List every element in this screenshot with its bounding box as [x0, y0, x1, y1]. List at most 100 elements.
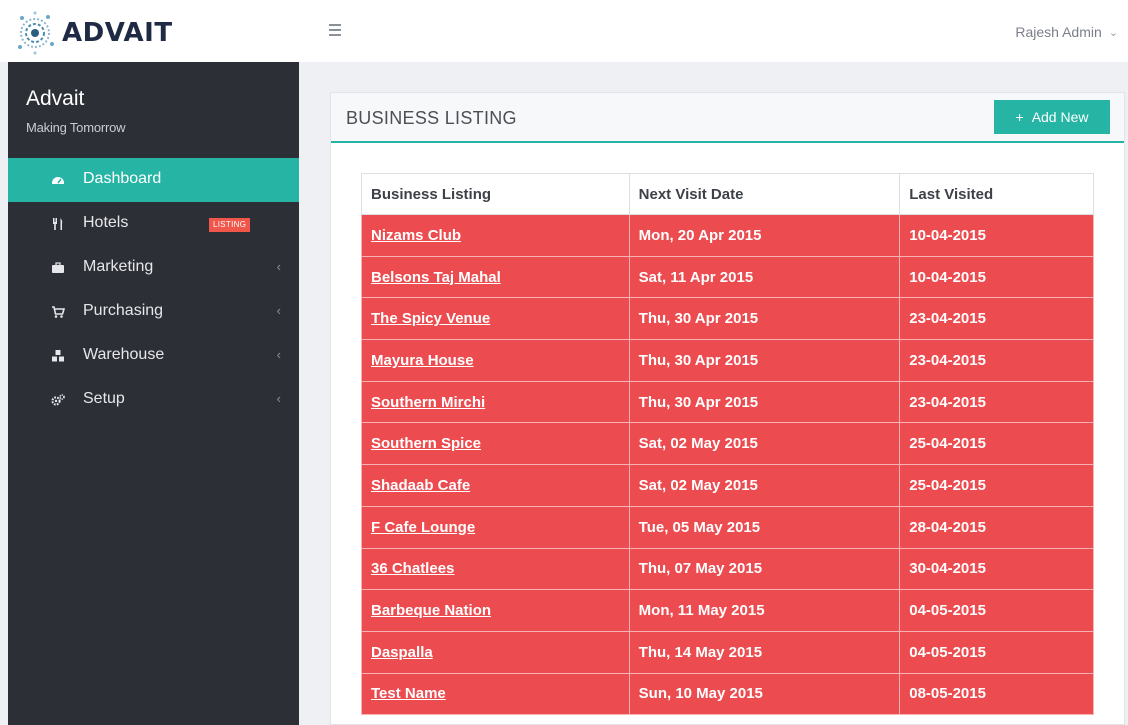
panel-header: BUSINESS LISTING + Add New	[331, 93, 1124, 143]
table-row: Belsons Taj Mahal Sat, 11 Apr 2015 10-04…	[361, 255, 1094, 299]
last-visited-cell: 08-05-2015	[899, 672, 1094, 716]
next-visit-cell: Tue, 05 May 2015	[628, 505, 901, 549]
last-visited-cell: 23-04-2015	[899, 297, 1094, 341]
cubes-icon	[52, 350, 64, 362]
sidebar-item-hotels[interactable]: Hotels LISTING	[8, 202, 299, 246]
business-cell: Shadaab Cafe	[361, 464, 630, 507]
business-link[interactable]: 36 Chatlees	[371, 560, 454, 577]
next-visit-cell: Mon, 20 Apr 2015	[628, 214, 901, 257]
business-link[interactable]: Nizams Club	[371, 227, 461, 244]
last-visited-cell: 25-04-2015	[899, 464, 1094, 507]
business-listing-panel: BUSINESS LISTING + Add New Business List…	[330, 92, 1125, 725]
sidebar-item-label: Dashboard	[83, 170, 162, 187]
sidebar-item-warehouse[interactable]: Warehouse ‹	[8, 334, 299, 378]
user-name: Rajesh Admin	[1015, 24, 1102, 40]
next-visit-cell: Sat, 11 Apr 2015	[628, 255, 901, 299]
cart-icon	[52, 306, 65, 318]
business-cell: Southern Mirchi	[361, 380, 630, 424]
table-row: F Cafe Lounge Tue, 05 May 2015 28-04-201…	[361, 505, 1094, 549]
dashboard-icon	[52, 177, 64, 184]
table-row: Test Name Sun, 10 May 2015 08-05-2015	[361, 672, 1094, 716]
last-visited-cell: 04-05-2015	[899, 630, 1094, 674]
logo-text: ADVAIT	[62, 18, 173, 48]
business-link[interactable]: Daspalla	[371, 644, 433, 661]
briefcase-icon	[52, 262, 64, 273]
last-visited-cell: 25-04-2015	[899, 422, 1094, 466]
sidebar-item-label: Hotels	[83, 214, 129, 231]
next-visit-cell: Thu, 30 Apr 2015	[628, 297, 901, 341]
business-cell: The Spicy Venue	[361, 297, 630, 341]
last-visited-cell: 30-04-2015	[899, 547, 1094, 591]
table-row: Southern Mirchi Thu, 30 Apr 2015 23-04-2…	[361, 380, 1094, 424]
business-link[interactable]: The Spicy Venue	[371, 310, 490, 327]
plus-icon: +	[1015, 109, 1024, 125]
business-link[interactable]: F Cafe Lounge	[371, 519, 475, 536]
sidebar-brand-name: Advait	[26, 87, 85, 110]
cogs-icon	[51, 394, 65, 406]
business-listing-table: Business Listing Next Visit Date Last Vi…	[361, 173, 1094, 716]
next-visit-cell: Sat, 02 May 2015	[628, 464, 901, 507]
table-row: The Spicy Venue Thu, 30 Apr 2015 23-04-2…	[361, 297, 1094, 341]
chevron-down-icon: ⌄	[1108, 26, 1118, 39]
sidebar: Advait Making Tomorrow Dashboard Hotels …	[8, 62, 299, 725]
user-menu[interactable]: Rajesh Admin ⌄	[1015, 24, 1118, 40]
page-title: BUSINESS LISTING	[346, 108, 517, 128]
next-visit-cell: Sat, 02 May 2015	[628, 422, 901, 466]
column-header-last-visited[interactable]: Last Visited	[899, 173, 1094, 215]
business-cell: Daspalla	[361, 630, 630, 674]
sidebar-item-label: Purchasing	[83, 302, 164, 319]
sidebar-item-label: Marketing	[83, 258, 154, 275]
table-header-row: Business Listing Next Visit Date Last Vi…	[361, 173, 1094, 215]
table-body: Nizams Club Mon, 20 Apr 2015 10-04-2015 …	[361, 214, 1094, 716]
sidebar-item-setup[interactable]: Setup ‹	[8, 378, 299, 422]
top-header: ADVAIT Rajesh Admin ⌄	[0, 0, 1128, 62]
column-header-business-listing[interactable]: Business Listing	[361, 173, 630, 215]
last-visited-cell: 23-04-2015	[899, 339, 1094, 382]
sidebar-brand-tagline: Making Tomorrow	[26, 120, 126, 135]
business-link[interactable]: Test Name	[371, 685, 446, 702]
business-cell: Test Name	[361, 672, 630, 716]
business-cell: Belsons Taj Mahal	[361, 255, 630, 299]
business-cell: Barbeque Nation	[361, 589, 630, 632]
business-cell: Nizams Club	[361, 214, 630, 257]
last-visited-cell: 28-04-2015	[899, 505, 1094, 549]
sidebar-item-dashboard[interactable]: Dashboard	[8, 158, 299, 202]
table-row: Southern Spice Sat, 02 May 2015 25-04-20…	[361, 422, 1094, 466]
sidebar-item-label: Setup	[83, 390, 125, 407]
next-visit-cell: Mon, 11 May 2015	[628, 589, 901, 632]
business-link[interactable]: Southern Mirchi	[371, 394, 485, 411]
add-new-label: Add New	[1031, 109, 1089, 125]
business-link[interactable]: Mayura House	[371, 352, 474, 369]
table-row: Nizams Club Mon, 20 Apr 2015 10-04-2015	[361, 214, 1094, 257]
next-visit-cell: Thu, 30 Apr 2015	[628, 380, 901, 424]
business-link[interactable]: Barbeque Nation	[371, 602, 491, 619]
business-link[interactable]: Shadaab Cafe	[371, 477, 470, 494]
table-row: Barbeque Nation Mon, 11 May 2015 04-05-2…	[361, 589, 1094, 632]
sidebar-item-marketing[interactable]: Marketing ‹	[8, 246, 299, 290]
chevron-left-icon: ‹	[276, 303, 281, 318]
last-visited-cell: 10-04-2015	[899, 214, 1094, 257]
business-cell: Mayura House	[361, 339, 630, 382]
chevron-left-icon: ‹	[276, 259, 281, 274]
next-visit-cell: Thu, 30 Apr 2015	[628, 339, 901, 382]
logo[interactable]: ADVAIT	[12, 10, 173, 56]
logo-mark-icon	[18, 11, 54, 55]
menu-toggle-icon[interactable]	[329, 24, 341, 36]
table-row: Shadaab Cafe Sat, 02 May 2015 25-04-2015	[361, 464, 1094, 507]
cutlery-icon	[53, 218, 63, 230]
listing-badge: LISTING	[209, 218, 251, 232]
sidebar-item-purchasing[interactable]: Purchasing ‹	[8, 290, 299, 334]
last-visited-cell: 10-04-2015	[899, 255, 1094, 299]
next-visit-cell: Thu, 14 May 2015	[628, 630, 901, 674]
business-cell: 36 Chatlees	[361, 547, 630, 591]
business-link[interactable]: Belsons Taj Mahal	[371, 269, 501, 286]
business-cell: F Cafe Lounge	[361, 505, 630, 549]
column-header-next-visit-date[interactable]: Next Visit Date	[628, 173, 901, 215]
last-visited-cell: 04-05-2015	[899, 589, 1094, 632]
table-row: Mayura House Thu, 30 Apr 2015 23-04-2015	[361, 339, 1094, 382]
business-link[interactable]: Southern Spice	[371, 435, 481, 452]
sidebar-nav: Dashboard Hotels LISTING Marketing ‹ Pur…	[8, 158, 299, 422]
add-new-button[interactable]: + Add New	[994, 100, 1110, 134]
table-row: 36 Chatlees Thu, 07 May 2015 30-04-2015	[361, 547, 1094, 591]
sidebar-item-label: Warehouse	[83, 346, 165, 363]
